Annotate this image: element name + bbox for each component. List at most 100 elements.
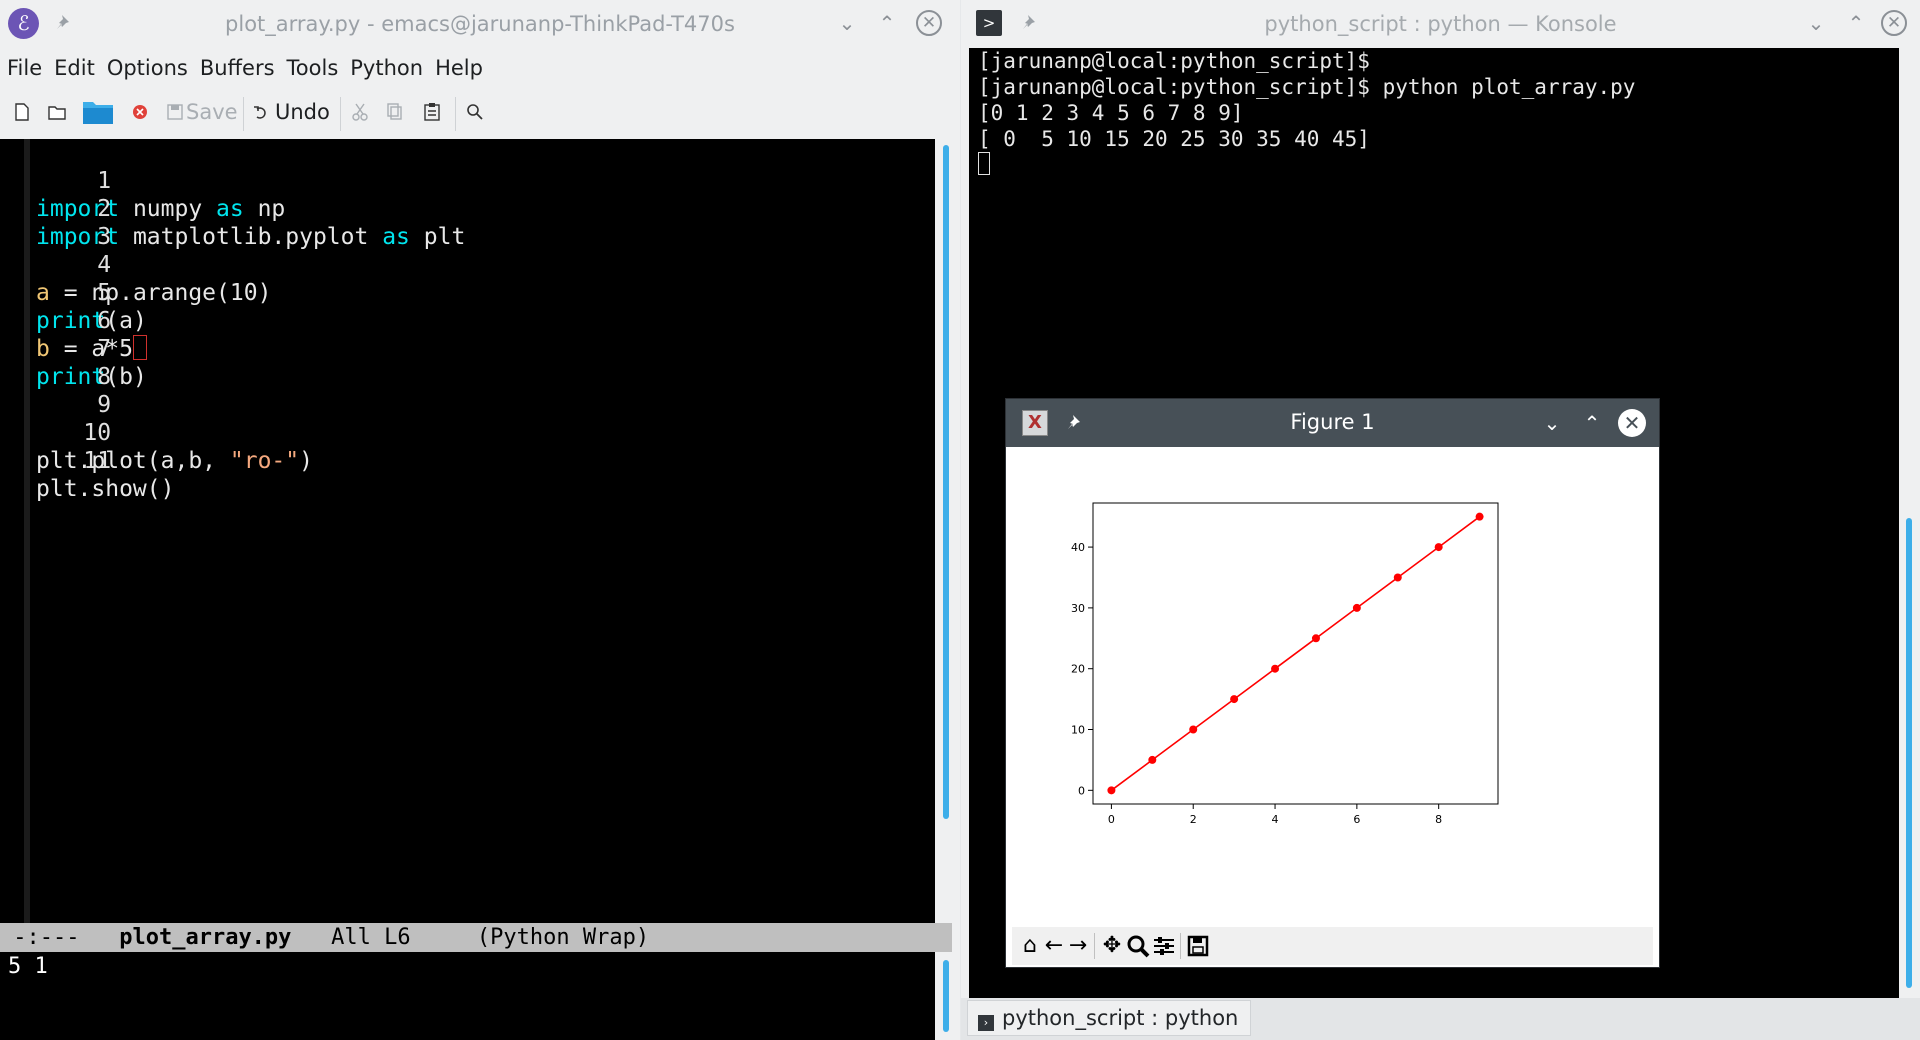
text-cursor (132, 335, 147, 360)
configure-subplots-icon[interactable] (1150, 932, 1178, 960)
y-tick-label: 40 (1071, 541, 1085, 554)
paste-icon[interactable] (422, 101, 442, 123)
figure-toolbar: ⌂ ← → ✥ (1012, 927, 1653, 965)
terminal-line: [0 1 2 3 4 5 6 7 8 9] (978, 101, 1244, 125)
code-text: numpy (119, 196, 217, 222)
copy-icon[interactable] (385, 101, 405, 123)
terminal-line: [ 0 5 10 15 20 25 30 35 40 45] (978, 127, 1370, 151)
y-tick-label: 10 (1071, 724, 1085, 737)
tab-label: python_script : python (1002, 1006, 1239, 1030)
pan-icon[interactable]: ✥ (1098, 932, 1126, 960)
terminal-line: [jarunanp@local:python_script]$ (978, 49, 1370, 73)
modeline-modes[interactable]: (Python Wrap) (477, 925, 649, 950)
line-number: 10 (83, 420, 112, 446)
x-axis: 0 2 4 6 8 (1108, 804, 1442, 826)
menu-tools[interactable]: Tools (287, 50, 339, 86)
terminal-tab-icon: › (978, 1015, 994, 1031)
code-line: 6 b = a*5 (0, 279, 147, 362)
mode-line: -:--- plot_array.py All L6 (Python Wrap) (0, 923, 952, 952)
tab-python-script[interactable]: › python_script : python (967, 1000, 1252, 1036)
plot-canvas[interactable]: 0 2 4 6 8 0 10 20 30 40 (1006, 447, 1659, 925)
code-text: plt (409, 224, 466, 250)
dired-folder-icon[interactable] (82, 98, 114, 126)
data-point (1107, 786, 1116, 795)
toolbar-separator (1094, 933, 1095, 959)
toolbar-separator (340, 97, 341, 131)
menu-options[interactable]: Options (107, 50, 188, 86)
code-line: 1 import numpy as np (0, 139, 285, 222)
figure-titlebar[interactable]: X Figure 1 ⌄ ⌃ ✕ (1006, 399, 1659, 447)
data-point (1311, 634, 1320, 643)
code-editor[interactable]: 1 import numpy as np 2 import matplotlib… (0, 139, 935, 923)
new-file-icon[interactable] (12, 101, 32, 123)
minibuffer[interactable]: 5 1 (0, 952, 935, 1040)
x-tick-label: 0 (1108, 813, 1115, 826)
menu-help[interactable]: Help (435, 50, 483, 86)
scrollbar-thumb[interactable] (943, 960, 949, 1032)
minimize-icon[interactable]: ⌄ (834, 10, 860, 36)
line-number: 7 (97, 336, 112, 362)
maximize-icon[interactable]: ⌃ (1578, 409, 1606, 437)
maximize-icon[interactable]: ⌃ (1843, 10, 1869, 36)
data-point (1271, 664, 1280, 673)
cut-icon[interactable] (350, 101, 370, 123)
toolbar-separator (455, 97, 456, 131)
undo-icon[interactable] (252, 101, 268, 123)
close-icon[interactable]: ✕ (1881, 10, 1907, 36)
menu-python[interactable]: Python (350, 50, 423, 86)
window-title: plot_array.py - emacs@jarunanp-ThinkPad-… (225, 12, 735, 36)
data-point (1393, 573, 1402, 582)
menu-buffers[interactable]: Buffers (200, 50, 275, 86)
scrollbar-thumb[interactable] (943, 145, 949, 819)
minimize-icon[interactable]: ⌄ (1538, 409, 1566, 437)
editor-scrollbar[interactable] (935, 139, 960, 923)
code-text: (a) (105, 308, 147, 334)
modeline-buffer-name[interactable]: plot_array.py (119, 925, 291, 950)
code-line: 5 print(a) (0, 251, 147, 334)
open-folder-icon[interactable] (47, 101, 67, 123)
undo-button[interactable]: Undo (275, 100, 330, 124)
menu-edit[interactable]: Edit (54, 50, 95, 86)
y-tick-label: 0 (1078, 784, 1085, 797)
code-text: matplotlib.pyplot (119, 224, 383, 250)
close-icon[interactable]: ✕ (1618, 409, 1646, 437)
konsole-tabbar: › python_script : python (961, 998, 1920, 1040)
emacs-titlebar[interactable]: ℰ plot_array.py - emacs@jarunanp-ThinkPa… (0, 0, 960, 46)
save-button[interactable]: Save (186, 100, 238, 124)
save-figure-icon[interactable] (1184, 932, 1212, 960)
figure-window: X Figure 1 ⌄ ⌃ ✕ 0 2 4 6 8 0 10 20 30 40 ⌂ ← → ✥ (1005, 398, 1660, 968)
data-point (1475, 512, 1484, 521)
forward-arrow-icon[interactable]: → (1064, 932, 1092, 960)
modeline-position: All L6 (331, 925, 411, 950)
save-icon[interactable] (165, 101, 185, 123)
zoom-icon[interactable] (1124, 932, 1152, 960)
konsole-titlebar[interactable]: > python_script : python — Konsole ⌄ ⌃ ✕ (961, 0, 1920, 46)
data-point (1230, 695, 1239, 704)
terminal-prompt-line (978, 152, 1899, 178)
maximize-icon[interactable]: ⌃ (874, 10, 900, 36)
code-text: plt.show() (36, 476, 175, 502)
close-buffer-icon[interactable] (130, 101, 150, 123)
toolbar: Save Undo (0, 93, 960, 133)
line-number: 9 (97, 392, 112, 418)
y-axis: 0 10 20 30 40 (1071, 541, 1093, 797)
emacs-window: ℰ plot_array.py - emacs@jarunanp-ThinkPa… (0, 0, 960, 1040)
search-icon[interactable] (465, 101, 485, 123)
code-line: 2 import matplotlib.pyplot as plt (0, 167, 465, 250)
data-point (1189, 725, 1198, 734)
menubar: File Edit Options Buffers Tools Python Help (0, 50, 960, 86)
line-chart: 0 2 4 6 8 0 10 20 30 40 (1071, 502, 1499, 826)
close-icon[interactable]: ✕ (916, 10, 942, 36)
echo-area-text: 5 1 (8, 954, 48, 979)
window-title: python_script : python — Konsole (1264, 12, 1617, 36)
minimize-icon[interactable]: ⌄ (1803, 10, 1829, 36)
code-text: (b) (105, 364, 147, 390)
menu-file[interactable]: File (7, 50, 42, 86)
line-number: 1 (97, 168, 112, 194)
code-text: ) (299, 448, 313, 474)
line-number: 4 (97, 252, 112, 278)
terminal-scrollbar[interactable] (1899, 48, 1920, 998)
string-literal: "ro-" (229, 448, 300, 474)
minibuffer-scrollbar[interactable] (935, 952, 960, 1040)
scrollbar-thumb[interactable] (1906, 518, 1912, 988)
